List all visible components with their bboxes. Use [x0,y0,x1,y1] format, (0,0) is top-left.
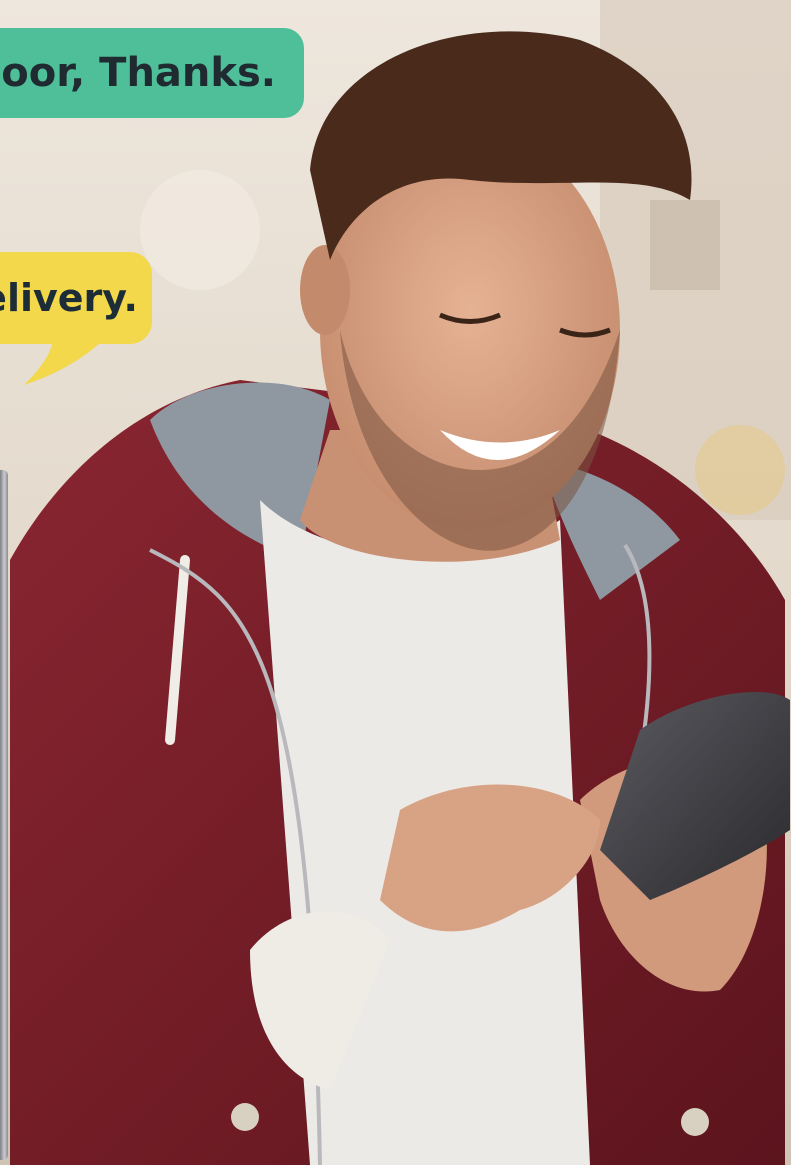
bubble-text: elivery. [0,276,138,320]
background-bokeh [695,425,785,515]
background-window [650,200,720,290]
jacket-button [681,1108,709,1136]
background-bokeh [140,170,260,290]
ear [300,245,350,335]
speech-tail-icon [24,330,114,385]
phone-edge [0,470,8,1160]
man-with-phone-photo [0,0,791,1165]
jacket-button [231,1103,259,1131]
speech-bubble-green: door, Thanks. [0,28,304,118]
bubble-text: door, Thanks. [0,50,276,96]
photo-scene: door, Thanks. elivery. [0,0,791,1165]
